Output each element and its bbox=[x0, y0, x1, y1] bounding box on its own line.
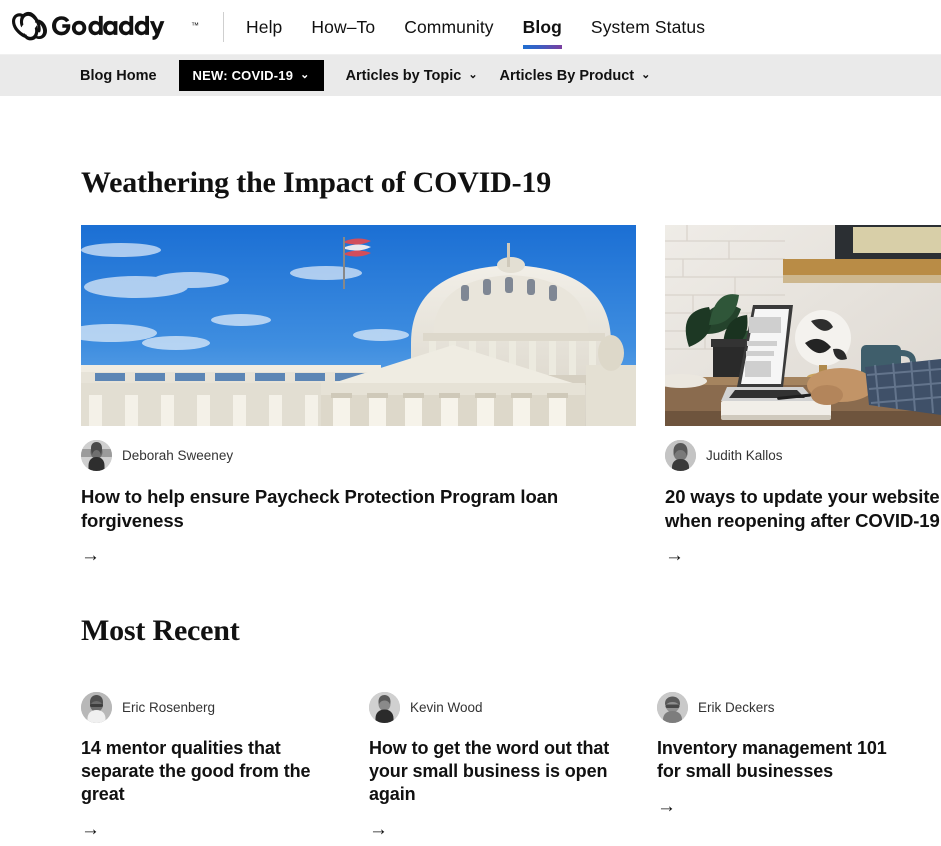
main-nav: Help How–To Community Blog System Status bbox=[246, 0, 705, 55]
nav-item-how-to[interactable]: How–To bbox=[311, 0, 375, 55]
read-more-arrow-icon[interactable]: → bbox=[657, 797, 676, 816]
article-byline: Eric Rosenberg bbox=[81, 692, 337, 724]
author-name[interactable]: Judith Kallos bbox=[706, 448, 783, 463]
chevron-down-icon: ⌄ bbox=[641, 69, 651, 81]
nav-item-blog[interactable]: Blog bbox=[522, 0, 563, 55]
article-hero-image-capitol bbox=[81, 225, 636, 426]
article-card[interactable]: Erik Deckers Inventory management 101 fo… bbox=[657, 678, 913, 840]
subnav-label-blog-home: Blog Home bbox=[80, 67, 157, 84]
header-divider bbox=[223, 12, 224, 42]
blog-page: ™ Help How–To Community Blog System Stat… bbox=[0, 0, 941, 846]
featured-articles-row: Deborah Sweeney How to help ensure Paych… bbox=[81, 225, 941, 566]
primary-header: ™ Help How–To Community Blog System Stat… bbox=[0, 0, 941, 55]
author-avatar[interactable] bbox=[657, 692, 688, 724]
article-title[interactable]: How to get the word out that your small … bbox=[369, 737, 625, 806]
article-card[interactable]: Judith Kallos 20 ways to update your web… bbox=[665, 225, 941, 566]
subnav-item-articles-by-topic[interactable]: Articles by Topic ⌄ bbox=[346, 68, 478, 84]
article-title[interactable]: How to help ensure Paycheck Protection P… bbox=[81, 485, 636, 532]
trademark-symbol: ™ bbox=[191, 21, 199, 30]
subnav-label-articles-by-product: Articles By Product bbox=[499, 67, 635, 84]
main-content: Weathering the Impact of COVID-19 Debora… bbox=[0, 166, 941, 840]
subnav-item-articles-by-product[interactable]: Articles By Product ⌄ bbox=[500, 68, 651, 84]
article-card[interactable]: Kevin Wood How to get the word out that … bbox=[369, 678, 625, 840]
section-title-most-recent: Most Recent bbox=[81, 614, 240, 648]
article-byline: Erik Deckers bbox=[657, 692, 913, 724]
author-avatar[interactable] bbox=[665, 440, 696, 471]
author-name[interactable]: Eric Rosenberg bbox=[122, 700, 215, 715]
read-more-arrow-icon[interactable]: → bbox=[81, 546, 100, 565]
author-name[interactable]: Deborah Sweeney bbox=[122, 448, 233, 463]
article-byline: Kevin Wood bbox=[369, 692, 625, 724]
article-card[interactable]: Deborah Sweeney How to help ensure Paych… bbox=[81, 225, 636, 566]
recent-articles-row: Eric Rosenberg 14 mentor qualities that … bbox=[81, 678, 941, 840]
read-more-arrow-icon[interactable]: → bbox=[665, 546, 684, 565]
article-hero-image-laptop-desk bbox=[665, 225, 941, 426]
nav-item-system-status[interactable]: System Status bbox=[591, 0, 705, 55]
subnav-label-articles-by-topic: Articles by Topic bbox=[345, 67, 462, 84]
author-name[interactable]: Erik Deckers bbox=[698, 700, 775, 715]
chevron-down-icon: ⌄ bbox=[468, 69, 478, 81]
article-title[interactable]: 20 ways to update your website when reop… bbox=[665, 485, 941, 532]
author-avatar[interactable] bbox=[81, 440, 112, 471]
subnav-item-covid-19[interactable]: NEW: COVID-19 ⌄ bbox=[178, 60, 324, 91]
section-title-covid: Weathering the Impact of COVID-19 bbox=[81, 166, 552, 199]
secondary-nav: Blog Home NEW: COVID-19 ⌄ Articles by To… bbox=[0, 55, 941, 96]
article-title[interactable]: 14 mentor qualities that separate the go… bbox=[81, 737, 337, 806]
author-avatar[interactable] bbox=[369, 692, 400, 724]
subnav-label-covid-19: NEW: COVID-19 bbox=[192, 68, 294, 83]
author-avatar[interactable] bbox=[81, 692, 112, 724]
nav-item-help[interactable]: Help bbox=[246, 0, 282, 55]
godaddy-logo[interactable]: ™ bbox=[12, 10, 199, 44]
chevron-down-icon: ⌄ bbox=[300, 69, 310, 81]
godaddy-heart-logo-icon bbox=[12, 10, 188, 44]
article-byline: Deborah Sweeney bbox=[81, 440, 636, 471]
author-name[interactable]: Kevin Wood bbox=[410, 700, 483, 715]
nav-item-community[interactable]: Community bbox=[404, 0, 493, 55]
article-byline: Judith Kallos bbox=[665, 440, 941, 471]
read-more-arrow-icon[interactable]: → bbox=[81, 820, 100, 839]
read-more-arrow-icon[interactable]: → bbox=[369, 820, 388, 839]
subnav-item-blog-home[interactable]: Blog Home bbox=[80, 68, 157, 84]
article-title[interactable]: Inventory management 101 for small busin… bbox=[657, 737, 913, 783]
article-card[interactable]: Eric Rosenberg 14 mentor qualities that … bbox=[81, 678, 337, 840]
